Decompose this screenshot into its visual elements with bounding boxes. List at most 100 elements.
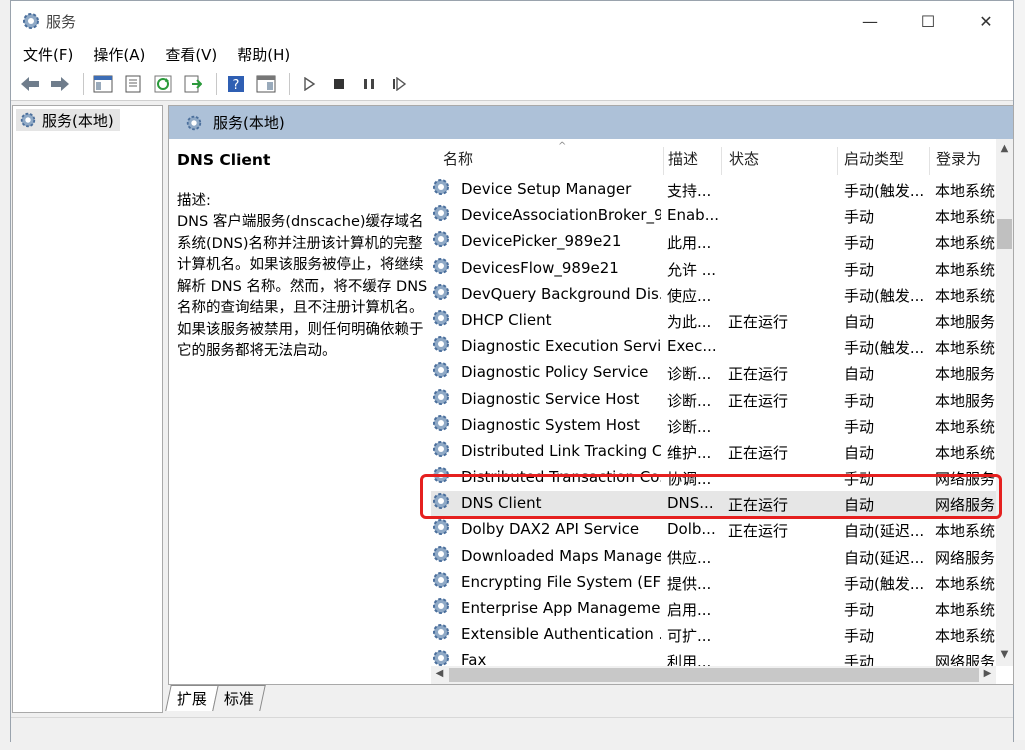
table-row[interactable]: Extensible Authentication ... 可扩... 手动 本地系统	[431, 622, 996, 648]
console-tree-icon[interactable]	[90, 71, 116, 97]
cell-startup-type: 手动(触发...	[844, 339, 925, 358]
back-icon[interactable]	[17, 71, 43, 97]
tree-item-services-local[interactable]: 服务(本地)	[16, 109, 120, 131]
cell-name: Distributed Transaction Co...	[461, 468, 661, 487]
tab-extended[interactable]: 扩展	[165, 685, 219, 711]
toolbar: ?	[11, 67, 1013, 101]
table-row[interactable]: DevicesFlow_989e21 允许 ... 手动 本地系统	[431, 256, 996, 282]
service-gear-icon	[433, 205, 449, 222]
title-bar: 服务 — ☐ ✕	[11, 1, 1013, 41]
minimize-button[interactable]: —	[841, 1, 899, 41]
table-row[interactable]: Dolby DAX2 API Service Dolb... 正在运行 自动(延迟..…	[431, 517, 996, 543]
cell-startup-type: 手动	[844, 470, 875, 489]
menu-action[interactable]: 操作(A)	[93, 44, 145, 65]
toolbar-separator	[216, 72, 217, 95]
cell-description: 支持...	[667, 182, 712, 200]
table-row[interactable]: DevQuery Background Dis... 使应... 手动(触发... 本…	[431, 282, 996, 308]
maximize-button[interactable]: ☐	[899, 1, 957, 41]
table-row[interactable]: Diagnostic System Host 诊断... 手动 本地系统	[431, 413, 996, 439]
table-row[interactable]: Distributed Transaction Co... 协调... 手动 网络服务	[431, 465, 996, 491]
table-row[interactable]: Diagnostic Policy Service 诊断... 正在运行 自动 本地服务	[431, 360, 996, 386]
cell-startup-type: 自动	[844, 443, 875, 462]
vertical-scroll-thumb[interactable]	[997, 219, 1012, 249]
cell-startup-type: 自动(延迟...	[844, 548, 925, 567]
service-detail: DNS Client 描述: DNS 客户端服务(dnscache)缓存域名系统…	[177, 150, 432, 363]
cell-logon: 本地系统	[935, 260, 996, 279]
services-gear-icon	[20, 112, 36, 128]
column-divider	[929, 147, 930, 175]
cell-startup-type: 手动	[844, 234, 875, 253]
column-header-name[interactable]: 名称 ^	[443, 139, 566, 177]
cell-description: 此用...	[667, 234, 712, 253]
play-icon[interactable]	[296, 71, 322, 97]
cell-name: Extensible Authentication ...	[461, 625, 661, 644]
table-row[interactable]: Device Setup Manager 支持... 手动(触发... 本地系统	[431, 177, 996, 203]
cell-logon: 本地系统	[935, 417, 996, 436]
cell-startup-type: 自动	[844, 312, 875, 331]
table-row[interactable]: Diagnostic Execution Service Exec... 手动(触发…	[431, 334, 996, 360]
table-row[interactable]: Enterprise App Manageme... 启用... 手动 本地系统	[431, 596, 996, 622]
cell-logon: 本地系统	[935, 574, 996, 593]
forward-icon[interactable]	[47, 71, 73, 97]
cell-name: DeviceAssociationBroker_9...	[461, 206, 661, 225]
table-row[interactable]: Diagnostic Service Host 诊断... 正在运行 手动 本地服务	[431, 387, 996, 413]
table-row[interactable]: DevicePicker_989e21 此用... 手动 本地系统	[431, 229, 996, 255]
table-row[interactable]: Encrypting File System (EFS) 提供... 手动(触发..…	[431, 570, 996, 596]
background-window-right	[1013, 0, 1025, 750]
cell-logon: 本地系统	[935, 208, 996, 227]
service-gear-icon	[433, 257, 449, 274]
cell-startup-type: 自动	[844, 365, 875, 384]
table-row[interactable]: Downloaded Maps Manager 供应... 自动(延迟... 网络服务	[431, 544, 996, 570]
cell-logon: 网络服务	[935, 470, 996, 489]
export-icon[interactable]	[180, 71, 206, 97]
cell-name: Enterprise App Manageme...	[461, 599, 661, 617]
stop-icon[interactable]	[326, 71, 352, 97]
cell-description: 维护...	[667, 443, 712, 462]
service-gear-icon	[433, 336, 449, 353]
cell-description: 供应...	[667, 548, 712, 567]
menu-view[interactable]: 查看(V)	[165, 44, 217, 65]
scroll-down-icon[interactable]: ▼	[996, 649, 1013, 660]
horizontal-scroll-thumb[interactable]	[449, 668, 979, 682]
close-button[interactable]: ✕	[957, 1, 1015, 41]
cell-startup-type: 手动	[844, 208, 875, 227]
cell-startup-type: 手动(触发...	[844, 574, 925, 593]
scroll-right-icon[interactable]: ▶	[979, 668, 996, 679]
properties-icon[interactable]	[120, 71, 146, 97]
horizontal-scrollbar[interactable]: ◀ ▶	[431, 666, 996, 684]
detail-description: DNS 客户端服务(dnscache)缓存域名系统(DNS)名称并注册该计算机的…	[177, 214, 428, 359]
cell-description: Enab...	[667, 206, 719, 225]
table-row[interactable]: DNS Client DNS... 正在运行 自动 网络服务	[431, 491, 996, 518]
tab-standard[interactable]: 标准	[212, 685, 266, 711]
cell-description: 可扩...	[667, 627, 712, 646]
cell-name: Downloaded Maps Manager	[461, 546, 661, 565]
services-window: 服务 — ☐ ✕ 文件(F) 操作(A) 查看(V) 帮助(H) ? 服务(本地…	[10, 0, 1014, 742]
cell-startup-type: 自动	[844, 496, 875, 515]
view-icon[interactable]	[253, 71, 279, 97]
cell-description: Dolb...	[667, 520, 716, 539]
help-icon[interactable]: ?	[223, 71, 249, 97]
cell-description: 诊断...	[667, 417, 712, 436]
service-gear-icon	[433, 231, 449, 248]
column-header-description[interactable]: 描述	[668, 139, 698, 177]
cell-logon: 本地系统	[935, 522, 996, 541]
menu-help[interactable]: 帮助(H)	[237, 44, 290, 65]
column-header-startup-type[interactable]: 启动类型	[844, 139, 904, 177]
pause-icon[interactable]	[356, 71, 382, 97]
table-row[interactable]: DHCP Client 为此... 正在运行 自动 本地服务	[431, 308, 996, 334]
cell-logon: 本地服务	[935, 365, 996, 384]
vertical-scrollbar[interactable]: ▲ ▼	[996, 139, 1013, 666]
refresh-icon[interactable]	[150, 71, 176, 97]
cell-logon: 本地系统	[935, 443, 996, 462]
column-header-logon[interactable]: 登录为	[936, 139, 981, 177]
table-row[interactable]: DeviceAssociationBroker_9... Enab... 手动 本地系…	[431, 203, 996, 229]
scroll-left-icon[interactable]: ◀	[431, 668, 448, 679]
cell-logon: 本地服务	[935, 391, 996, 410]
menu-file[interactable]: 文件(F)	[23, 44, 73, 65]
restart-icon[interactable]	[386, 71, 412, 97]
cell-startup-type: 手动	[844, 601, 875, 619]
table-row[interactable]: Distributed Link Tracking C... 维护... 正在运行 自…	[431, 439, 996, 465]
column-header-status[interactable]: 状态	[729, 139, 759, 177]
cell-status: 正在运行	[728, 496, 789, 515]
scroll-up-icon[interactable]: ▲	[996, 143, 1013, 154]
